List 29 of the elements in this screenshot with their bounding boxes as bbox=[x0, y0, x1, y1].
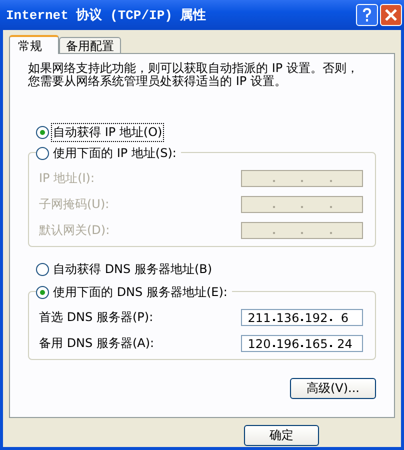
field-label: 首选 DNS 服务器(P): bbox=[39, 309, 154, 326]
ip-address-field[interactable] bbox=[241, 196, 363, 213]
ip-address-field[interactable] bbox=[241, 170, 363, 187]
ip-address-field[interactable]: 120 196 165 24 bbox=[241, 335, 363, 352]
help-button[interactable] bbox=[356, 4, 378, 26]
field-label: 默认网关(D): bbox=[39, 222, 110, 239]
description-line: 您需要从网络系统管理员处获得适当的 IP 设置。 bbox=[28, 75, 286, 88]
radio-button[interactable] bbox=[36, 126, 49, 139]
advanced-button[interactable]: 高级(V)... bbox=[290, 378, 376, 399]
ip-address-field[interactable]: 211 136 192 6 bbox=[241, 309, 363, 326]
radio-button[interactable] bbox=[36, 286, 49, 299]
tab[interactable]: 常规 bbox=[9, 35, 59, 54]
field-label: 备用 DNS 服务器(A): bbox=[39, 335, 154, 352]
close-button[interactable] bbox=[380, 4, 402, 26]
radio-label[interactable]: 使用下面的 IP 地址(S): bbox=[52, 145, 178, 162]
description-line: 如果网络支持此功能，则可以获取自动指派的 IP 设置。否则， bbox=[28, 62, 358, 75]
radio-button[interactable] bbox=[36, 147, 49, 160]
field-label: 子网掩码(U): bbox=[39, 196, 110, 213]
ok-button[interactable]: 确定 bbox=[244, 425, 319, 446]
radio-label[interactable]: 使用下面的 DNS 服务器地址(E): bbox=[52, 284, 228, 301]
help-icon bbox=[360, 7, 374, 23]
tab[interactable]: 备用配置 bbox=[59, 37, 121, 53]
ip-address-field[interactable] bbox=[241, 222, 363, 239]
radio-label[interactable]: 自动获得 DNS 服务器地址(B) bbox=[52, 261, 214, 278]
close-icon bbox=[384, 8, 398, 22]
window-title: Internet 协议 (TCP/IP) 属性 bbox=[6, 6, 206, 24]
field-label: IP 地址(I): bbox=[39, 170, 95, 187]
radio-label[interactable]: 自动获得 IP 地址(O) bbox=[52, 124, 164, 141]
radio-button[interactable] bbox=[36, 263, 49, 276]
